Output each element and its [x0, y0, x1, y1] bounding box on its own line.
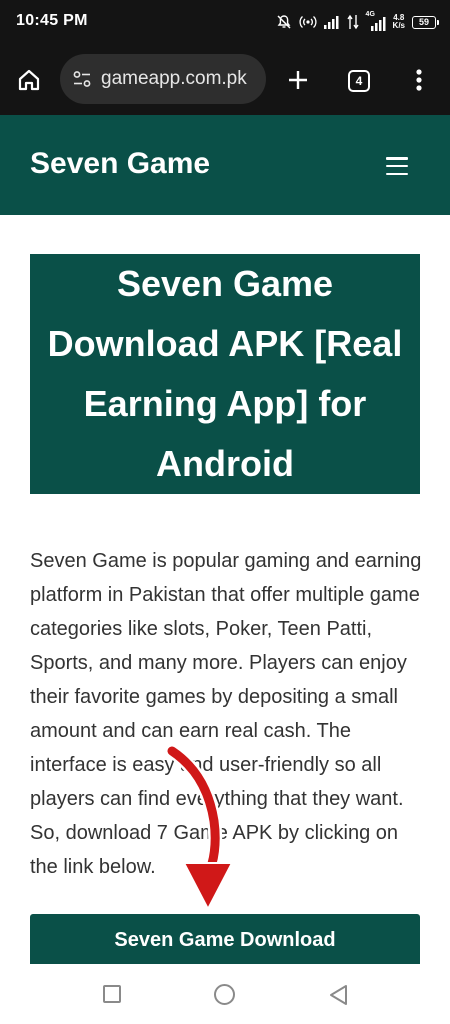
tab-count: 4 — [355, 74, 363, 88]
net-speed-unit: K/s — [392, 21, 405, 30]
url-text[interactable]: gameapp.com.pk — [101, 68, 261, 90]
hero-title-box: Seven Game Download APK [Real Earning Ap… — [30, 254, 420, 494]
system-nav-bar — [0, 964, 450, 1024]
more-vert-icon[interactable] — [407, 65, 431, 95]
hamburger-icon[interactable] — [386, 157, 408, 175]
bell-off-icon — [276, 14, 292, 30]
status-time: 10:45 PM — [16, 12, 88, 29]
page-title: Seven Game Download APK [Real Earning Ap… — [47, 263, 403, 484]
site-info-icon[interactable] — [69, 66, 95, 92]
intro-paragraph: Seven Game is popular gaming and earning… — [30, 550, 422, 878]
signal-4g-icon: 4G — [366, 11, 386, 31]
download-button-label: Seven Game Download — [114, 929, 336, 951]
signal-icon — [323, 15, 340, 29]
download-button[interactable]: Seven Game Download — [30, 914, 420, 966]
browser-toolbar: gameapp.com.pk 4 — [0, 44, 450, 115]
tabs-icon[interactable]: 4 — [348, 70, 370, 92]
status-icons: 4G 4.8 K/s 59 — [276, 11, 439, 32]
status-bar: 10:45 PM 4G 4.8 K/s 59 — [0, 0, 450, 44]
data-arrows-icon — [346, 14, 359, 30]
recents-icon[interactable] — [103, 985, 121, 1003]
hotspot-icon — [299, 14, 317, 30]
net-speed: 4.8 K/s — [393, 14, 405, 30]
back-icon[interactable] — [327, 983, 349, 1007]
address-bar[interactable]: gameapp.com.pk — [60, 54, 266, 104]
site-header: Seven Game — [0, 115, 450, 215]
battery-level: 59 — [418, 17, 429, 27]
home-icon[interactable] — [14, 65, 44, 95]
site-title[interactable]: Seven Game — [30, 147, 210, 181]
home-circle-icon[interactable] — [214, 984, 235, 1005]
battery-icon: 59 — [412, 15, 439, 29]
plus-icon[interactable] — [283, 65, 313, 95]
